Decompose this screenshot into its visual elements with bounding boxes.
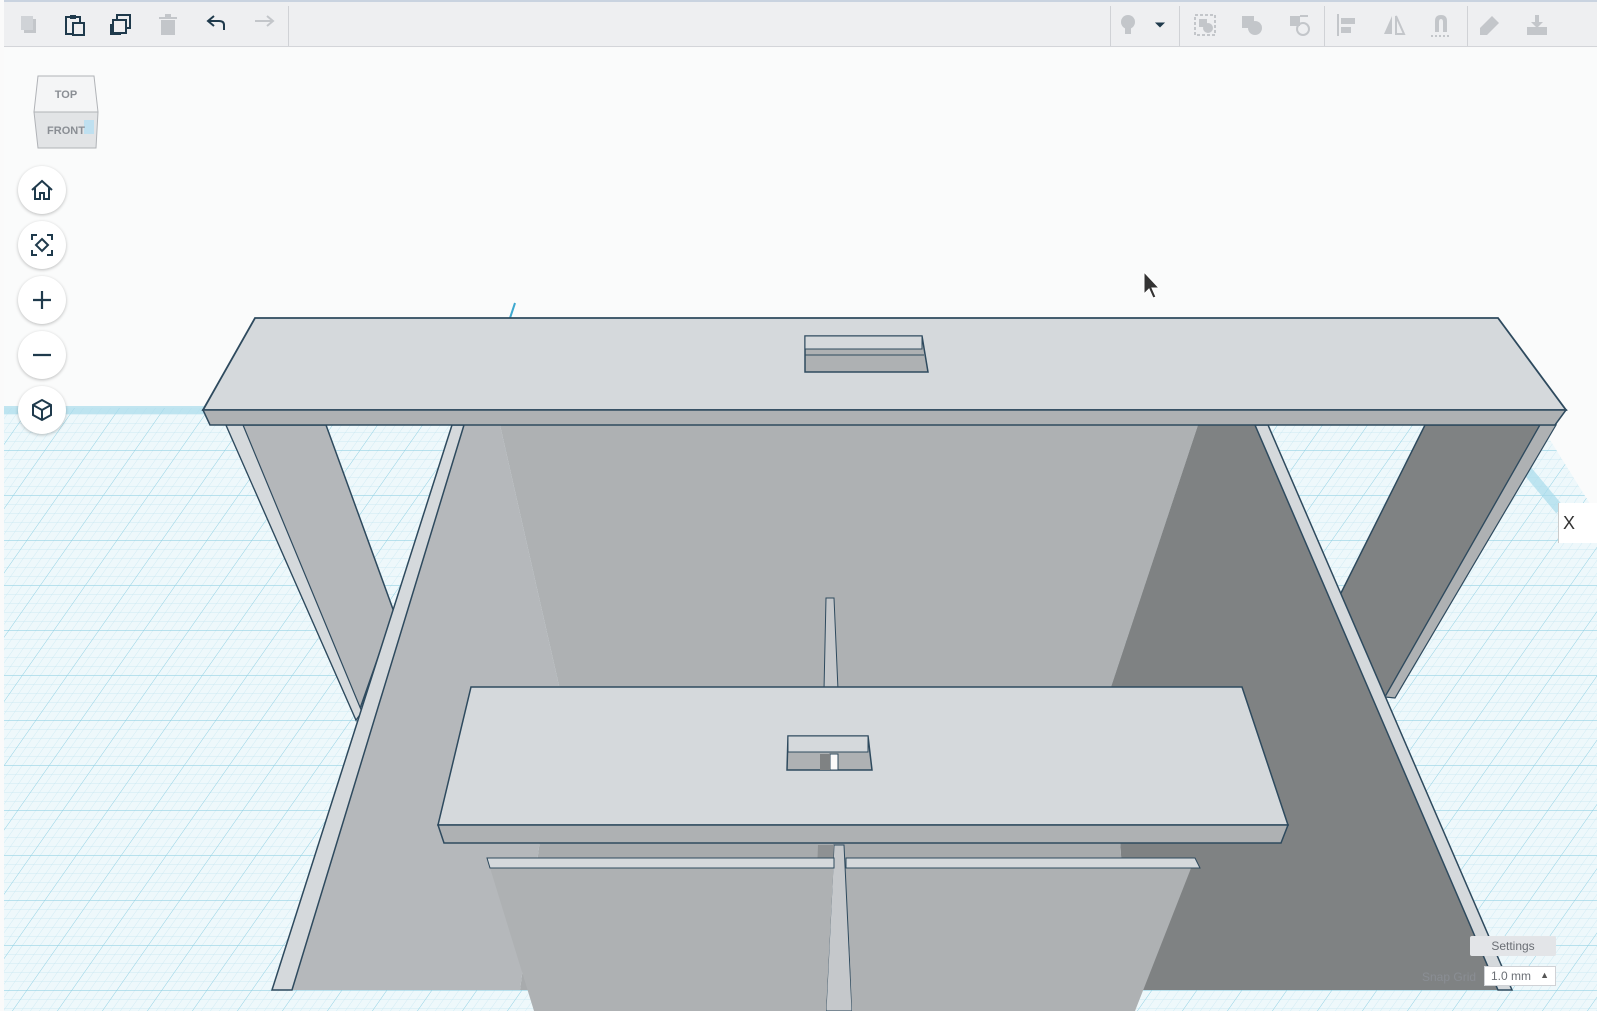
settings-button[interactable]: Settings [1470, 936, 1556, 956]
settings-label: Settings [1491, 939, 1535, 953]
home-view-button[interactable] [18, 166, 66, 214]
group-icon[interactable] [1188, 8, 1222, 42]
note-icon[interactable] [1473, 8, 1507, 42]
3d-viewport[interactable]: TOP FRONT [4, 48, 1597, 1011]
duplicate-icon[interactable] [104, 8, 138, 42]
zoom-in-button[interactable] [18, 276, 66, 324]
delete-icon[interactable] [151, 8, 185, 42]
ungroup-icon[interactable] [1235, 8, 1269, 42]
right-panel-toggle[interactable]: X [1558, 503, 1597, 543]
view-cube[interactable]: TOP FRONT [30, 72, 100, 152]
align-icon[interactable] [1330, 8, 1364, 42]
home-icon [31, 179, 53, 200]
fit-view-icon [31, 234, 53, 256]
mouse-cursor-icon [1143, 270, 1161, 299]
panel-toggle-label: X [1563, 512, 1576, 533]
copy-icon[interactable] [12, 8, 46, 42]
zoom-out-button[interactable] [18, 331, 66, 379]
redo-icon[interactable] [247, 8, 281, 42]
workplane-magnet-icon[interactable] [1424, 8, 1458, 42]
projection-toggle-button[interactable] [18, 386, 66, 434]
zoom-out-icon [33, 353, 51, 357]
snap-grid-select[interactable]: 1.0 mm ▲ [1484, 966, 1556, 986]
cabinet-model[interactable] [201, 317, 1568, 1011]
light-bulb-icon[interactable] [1111, 8, 1145, 42]
workplane-scene[interactable] [4, 48, 1597, 1011]
snap-grid-value: 1.0 mm [1491, 969, 1532, 983]
paste-icon[interactable] [58, 8, 92, 42]
undo-icon[interactable] [200, 8, 234, 42]
dropdown-arrow-icon[interactable] [1149, 8, 1171, 42]
zoom-in-icon [33, 291, 51, 309]
fit-view-button[interactable] [18, 221, 66, 269]
viewcube-front-label: FRONT [47, 125, 85, 137]
cruise-icon[interactable] [1282, 8, 1316, 42]
mirror-icon[interactable] [1377, 8, 1411, 42]
import-icon[interactable] [1520, 8, 1554, 42]
projection-cube-icon [32, 398, 52, 422]
snap-grid-label: Snap Grid [1422, 970, 1477, 984]
viewcube-top-label: TOP [55, 89, 77, 101]
chevron-up-icon: ▲ [1540, 970, 1549, 980]
main-toolbar [4, 0, 1597, 47]
